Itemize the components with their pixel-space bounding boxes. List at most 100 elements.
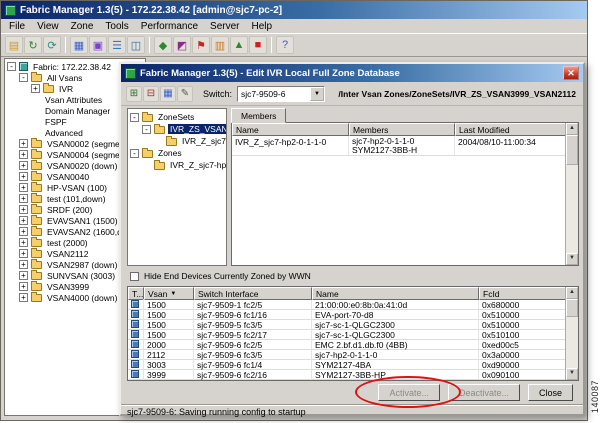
menu-item[interactable]: Server [204,20,245,33]
tree-expander-icon[interactable]: + [19,216,28,225]
tree-expander-icon[interactable]: - [142,124,151,134]
menu-item[interactable]: Help [245,20,278,33]
column-header-vsan[interactable]: Vsan ▼ [144,287,194,300]
open-fabric-icon[interactable]: ▤ [5,36,23,54]
tree-item-label: VSAN0020 (down) [47,160,118,171]
toolbar-group: ? [276,36,294,54]
close-icon[interactable]: ✕ [563,66,579,80]
refresh-map-icon[interactable]: ⟳ [43,36,61,54]
members-scrollbar[interactable]: ▲ ▼ [565,123,578,265]
main-titlebar[interactable]: Fabric Manager 1.3(5) - 172.22.38.42 [ad… [1,1,587,19]
device-row[interactable]: 3003 sjc7-9509-6 fc1/4 SYM2127-4BA 0xd90… [128,359,578,370]
tab-members[interactable]: Members [231,108,287,123]
devices-scrollbar[interactable]: ▲ ▼ [565,287,578,380]
vsan-icon[interactable]: ◆ [154,36,172,54]
insert-row-icon[interactable]: ⊞ [126,85,142,102]
tree-expander-icon[interactable]: + [19,139,28,148]
map-layout-icon[interactable]: ▦ [70,36,88,54]
menu-bar: File View Zone Tools Performance Server … [1,19,587,34]
alarms-icon[interactable]: ⚑ [192,36,210,54]
menu-item[interactable]: Tools [99,20,134,33]
tree-expander-icon[interactable]: + [19,293,28,302]
zone-tree-item[interactable]: IVR_Z_sjc7-hp2-0 [130,159,226,171]
tree-expander-icon[interactable]: + [19,238,28,247]
tree-expander-icon[interactable]: - [7,62,16,71]
tree-item-label: All Vsans [47,72,83,83]
deactivate-button[interactable]: Deactivate... [447,384,520,401]
tree-expander-icon[interactable]: - [19,73,28,82]
sort-descending-icon: ▼ [170,290,177,297]
switch-selector[interactable]: sjc7-9509-6 ▼ [237,85,326,102]
column-header-last-modified[interactable]: Last Modified [455,123,567,136]
scroll-up-icon[interactable]: ▲ [566,123,578,135]
device-row[interactable]: 1500 sjc7-9509-5 fc2/17 sjc7-sc-1-QLGC23… [128,329,578,340]
tree-expander-icon[interactable]: + [19,271,28,280]
edit-zone-icon[interactable]: ✎ [177,85,193,102]
chevron-down-icon[interactable]: ▼ [310,86,325,101]
folder-icon [43,83,54,93]
zone-tree-item[interactable]: - Zones [130,147,226,159]
scroll-up-icon[interactable]: ▲ [566,287,578,299]
device-row[interactable]: 1500 sjc7-9509-5 fc3/5 sjc7-sc-1-QLGC230… [128,319,578,330]
menu-item[interactable]: File [3,20,31,33]
tree-item-label: VSAN2112 [47,248,89,259]
rediscover-icon[interactable]: ↻ [24,36,42,54]
tree-expander-icon[interactable]: + [19,161,28,170]
folder-icon [31,281,42,291]
zone-tree-item[interactable]: - IVR_ZS_VSAN [130,123,226,135]
fcid-cell: 0x680000 [479,299,567,310]
tree-expander-icon[interactable]: + [19,194,28,203]
scroll-down-icon[interactable]: ▼ [566,253,578,265]
tree-expander-icon[interactable]: + [19,227,28,236]
close-button[interactable]: Close [527,384,573,401]
device-row[interactable]: 2112 sjc7-9509-6 fc3/5 sjc7-hp2-0-1-1-0 … [128,349,578,360]
tree-expander-icon[interactable]: - [130,112,139,122]
members-table-row[interactable]: IVR_Z_sjc7-hp2-0-1-1-0 sjc7-hp2-0-1-1-0 … [232,136,578,156]
tree-expander-icon[interactable]: + [19,172,28,181]
tree-expander-icon[interactable]: + [19,205,28,214]
ivr-zone-icon[interactable]: ◩ [173,36,191,54]
zone-tree-item[interactable]: IVR_Z_sjc7-hp2 [130,135,226,147]
tree-expander-icon[interactable]: + [19,249,28,258]
menu-item[interactable]: Zone [65,20,100,33]
column-header-members[interactable]: Members [349,123,455,136]
app-icon [5,4,16,16]
zone-tree-item[interactable]: - ZoneSets [130,111,226,123]
scroll-down-icon[interactable]: ▼ [566,368,578,380]
help-icon[interactable]: ? [276,36,294,54]
device-row[interactable]: 3999 sjc7-9509-6 fc2/16 SYM2127-3BB-HP 0… [128,369,578,380]
device-row[interactable]: 1500 sjc7-9509-6 fc1/16 EVA-port-70-d8 0… [128,309,578,320]
toolbar-group: ◆ ◩ ⚑ ▥ ▲ ■ [154,36,267,54]
tree-expander-icon[interactable]: + [31,84,40,93]
fabric-icon [19,62,28,71]
tree-item-label: EVAVSAN1 (1500) [47,215,118,226]
column-header-name[interactable]: Name [232,123,349,136]
stop-icon[interactable]: ■ [249,36,267,54]
scroll-thumb[interactable] [566,135,578,165]
performance-icon[interactable]: ▲ [230,36,248,54]
tree-expander-icon[interactable]: + [19,260,28,269]
summary-view-icon[interactable]: ☰ [108,36,126,54]
menu-item[interactable]: Performance [135,20,204,33]
device-manager-icon[interactable]: ▣ [89,36,107,54]
activate-button[interactable]: Activate... [378,384,440,401]
tree-expander-icon[interactable]: - [130,148,139,158]
column-header-fcid[interactable]: FcId [479,287,567,300]
device-row[interactable]: 2000 sjc7-9509-6 fc2/5 EMC 2.bf.d1.db.f0… [128,339,578,350]
tree-expander-icon[interactable]: + [19,282,28,291]
hide-end-devices-checkbox[interactable] [130,271,139,281]
column-header-switch-interface[interactable]: Switch Interface [194,287,312,300]
tree-expander-icon[interactable]: + [19,183,28,192]
folder-icon [31,204,42,214]
clone-zone-icon[interactable]: ▦ [160,85,176,102]
delete-row-icon[interactable]: ⊟ [143,85,159,102]
zone-database-icon[interactable]: ◫ [127,36,145,54]
device-row[interactable]: 1500 sjc7-9509-1 fc2/5 21:00:00:e0:8b:0a… [128,299,578,310]
events-icon[interactable]: ▥ [211,36,229,54]
scroll-thumb[interactable] [566,299,578,317]
column-header-name[interactable]: Name [312,287,479,300]
dialog-titlebar[interactable]: Fabric Manager 1.3(5) - Edit IVR Local F… [121,64,583,82]
menu-item[interactable]: View [31,20,65,33]
tree-expander-icon[interactable]: + [19,150,28,159]
tree-item-label: IVR_Z_sjc7-hp2 [182,136,226,146]
